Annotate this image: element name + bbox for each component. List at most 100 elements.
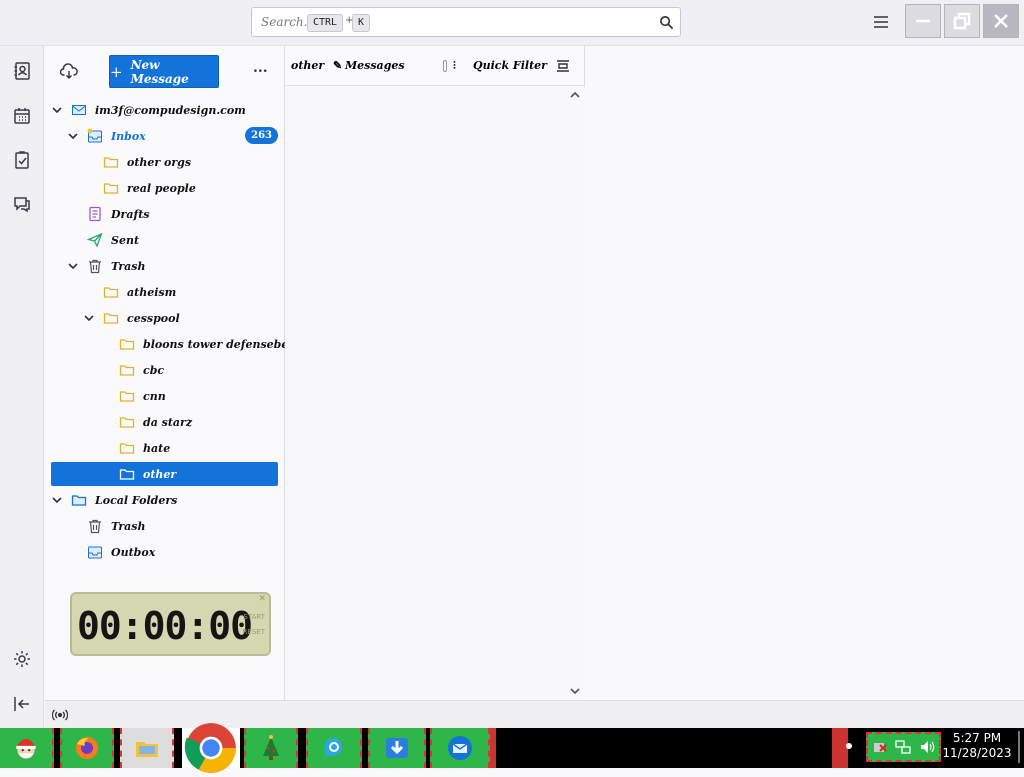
taskbar-messaging[interactable] — [306, 728, 362, 768]
folder-label: hate — [143, 441, 171, 455]
collapse-spaces-button[interactable] — [6, 688, 38, 720]
taskbar-tree-app[interactable] — [244, 728, 298, 768]
folder-label: bloons tower defenseberg — [143, 337, 302, 351]
folder-label: other — [143, 467, 177, 481]
taskbar-thunderbird[interactable] — [430, 728, 490, 768]
stopwatch-time: 00:00:00 — [77, 604, 253, 648]
display-options-icon[interactable] — [556, 59, 570, 73]
current-folder-name: other — [291, 59, 325, 72]
tray-indicator-dot — [846, 743, 852, 749]
chevron-down-icon[interactable] — [67, 130, 79, 142]
christmas-tree-icon — [263, 735, 279, 760]
folder-bloons[interactable]: bloons tower defenseberg — [51, 332, 302, 356]
app-menu-icon[interactable] — [873, 15, 889, 29]
account-row[interactable]: im3f@compudesign.com — [51, 98, 278, 122]
folder-icon — [119, 443, 135, 454]
address-book-button[interactable] — [6, 55, 38, 87]
chevron-down-icon[interactable] — [51, 494, 63, 506]
unread-count-badge: 263 — [245, 127, 278, 144]
taskbar-file-explorer[interactable] — [120, 728, 174, 768]
minimize-icon — [916, 19, 930, 23]
chat-button[interactable] — [6, 188, 38, 220]
folder-pane-menu-button[interactable]: ... — [253, 60, 268, 76]
folder-sent[interactable]: Sent — [51, 228, 278, 252]
download-icon — [386, 738, 408, 758]
file-explorer-icon — [136, 742, 158, 757]
folder-label: Sent — [111, 233, 140, 247]
santa-icon — [16, 738, 36, 759]
scroll-down-icon[interactable] — [569, 685, 581, 697]
message-count-label: Messages — [345, 59, 405, 72]
power-icon[interactable] — [871, 738, 889, 756]
folder-label: Trash — [111, 519, 146, 533]
settings-button[interactable] — [6, 643, 38, 675]
folder-da-starz[interactable]: da starz — [51, 410, 278, 434]
folder-icon — [119, 391, 135, 402]
trash-icon — [89, 259, 101, 274]
show-desktop-button[interactable] — [1018, 731, 1020, 763]
quick-filter-icon[interactable]: ⫶ — [453, 59, 456, 73]
settings-icon — [14, 651, 30, 667]
stopwatch-close-icon[interactable]: ✕ — [258, 594, 266, 604]
folder-label: cbc — [143, 363, 165, 377]
stopwatch-start-button[interactable]: START — [243, 613, 265, 621]
search-icon[interactable] — [659, 15, 674, 30]
taskbar-firefox[interactable] — [60, 728, 114, 768]
taskbar-edge — [490, 728, 496, 768]
taskbar-chrome[interactable] — [182, 723, 240, 773]
folder-other-orgs[interactable]: other orgs — [51, 150, 278, 174]
chevron-down-icon[interactable] — [67, 260, 79, 272]
message-list[interactable] — [285, 87, 585, 700]
chat-bubble-icon — [324, 738, 343, 758]
plus-icon: + — [110, 62, 123, 81]
local-folders-row[interactable]: Local Folders — [51, 488, 278, 512]
folder-trash[interactable]: Trash — [51, 254, 278, 278]
folder-cnn[interactable]: cnn — [51, 384, 278, 408]
chevron-down-icon[interactable] — [51, 104, 63, 116]
folder-label: cnn — [143, 389, 166, 403]
message-count-icon: ✎ — [333, 59, 343, 72]
chevron-down-icon[interactable] — [83, 312, 95, 324]
taskbar-show-hidden[interactable] — [832, 728, 848, 768]
close-button[interactable] — [983, 4, 1019, 38]
taskbar-clock[interactable]: 5:27 PM 11/28/2023 — [942, 731, 1012, 761]
start-button[interactable] — [0, 728, 54, 768]
folder-atheism[interactable]: atheism — [51, 280, 278, 304]
address-book-icon — [14, 62, 30, 80]
folder-local-trash[interactable]: Trash — [51, 514, 278, 538]
folder-cesspool[interactable]: cesspool — [51, 306, 278, 330]
folder-icon — [119, 417, 135, 428]
folder-label: Trash — [111, 259, 146, 273]
folder-label: real people — [127, 181, 196, 195]
folder-other[interactable]: other — [51, 462, 278, 486]
online-status-icon[interactable] — [52, 708, 68, 722]
search-input[interactable]: Search... CTRL + K — [251, 7, 681, 37]
volume-icon[interactable] — [918, 738, 936, 756]
folder-drafts[interactable]: Drafts — [51, 202, 278, 226]
taskbar-downloads[interactable] — [368, 728, 426, 768]
restore-icon — [953, 12, 971, 30]
minimize-button[interactable] — [905, 4, 941, 38]
system-tray — [866, 732, 941, 762]
folder-hate[interactable]: hate — [51, 436, 278, 460]
stopwatch-reset-button[interactable]: RESET — [243, 628, 265, 636]
message-preview-pane — [586, 46, 1024, 700]
tasks-button[interactable] — [6, 144, 38, 176]
clock-time: 5:27 PM — [952, 731, 1002, 745]
drafts-icon — [89, 206, 101, 222]
sync-icon[interactable] — [60, 63, 78, 79]
folder-icon — [103, 313, 119, 324]
folder-cbc[interactable]: cbc — [51, 358, 278, 382]
folder-inbox[interactable]: Inbox 263 — [51, 124, 278, 148]
calendar-button[interactable] — [6, 100, 38, 132]
scroll-up-icon[interactable] — [569, 89, 581, 101]
network-icon[interactable] — [894, 738, 912, 756]
restore-button[interactable] — [944, 4, 980, 38]
new-message-button[interactable]: + New Message — [109, 55, 219, 88]
folder-icon — [103, 287, 119, 298]
folder-outbox[interactable]: Outbox — [51, 540, 278, 564]
folder-label: Drafts — [111, 207, 150, 221]
folder-label: cesspool — [127, 311, 180, 325]
folder-real-people[interactable]: real people — [51, 176, 278, 200]
quick-filter-button[interactable]: Quick Filter — [473, 59, 547, 72]
